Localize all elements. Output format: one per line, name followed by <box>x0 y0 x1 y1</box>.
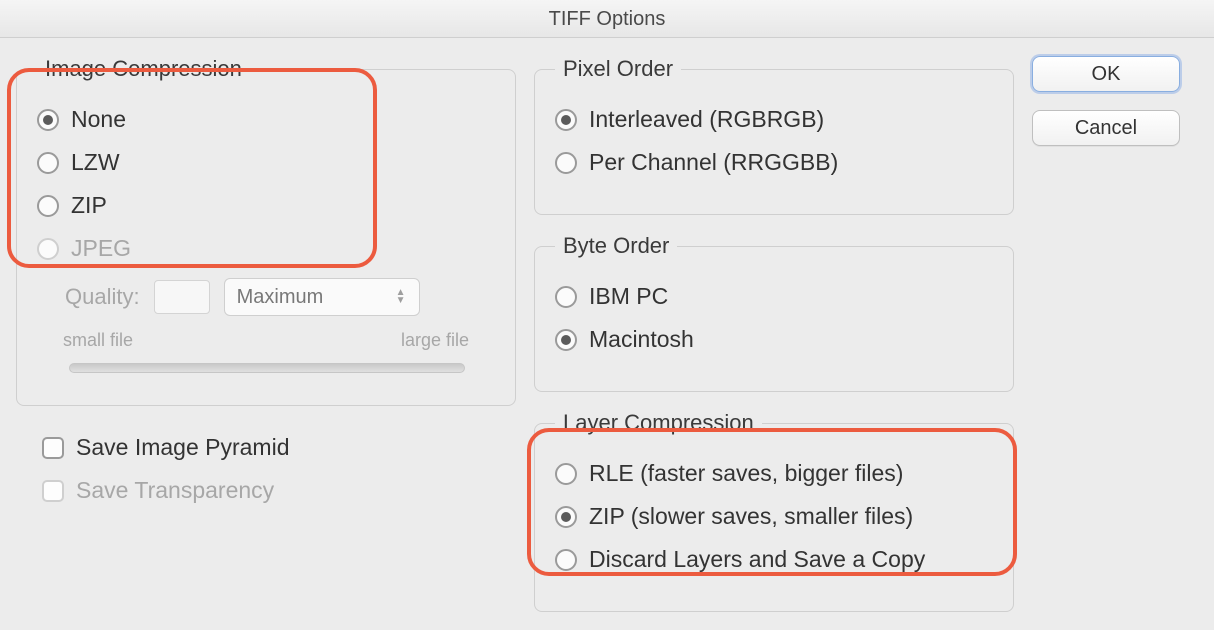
pixel-interleaved-row[interactable]: Interleaved (RGBRGB) <box>555 106 993 133</box>
compression-jpeg-label: JPEG <box>71 235 131 262</box>
layer-compression-legend: Layer Compression <box>555 410 762 436</box>
checkbox-icon <box>42 480 64 502</box>
compression-none-label: None <box>71 106 126 133</box>
byte-order-legend: Byte Order <box>555 233 677 259</box>
layer-rle-row[interactable]: RLE (faster saves, bigger files) <box>555 460 993 487</box>
layer-zip-label: ZIP (slower saves, smaller files) <box>589 503 913 530</box>
compression-zip-label: ZIP <box>71 192 107 219</box>
radio-icon[interactable] <box>555 152 577 174</box>
compression-jpeg-row: JPEG <box>37 235 495 262</box>
layer-rle-label: RLE (faster saves, bigger files) <box>589 460 903 487</box>
pixel-perchannel-row[interactable]: Per Channel (RRGGBB) <box>555 149 993 176</box>
image-compression-legend: Image Compression <box>37 56 250 82</box>
jpeg-quality-row: Quality: Maximum ▲▼ <box>65 278 495 316</box>
slider-right-label: large file <box>401 330 469 351</box>
slider-left-label: small file <box>63 330 133 351</box>
radio-icon[interactable] <box>37 195 59 217</box>
quality-preset-select: Maximum ▲▼ <box>224 278 420 316</box>
quality-label: Quality: <box>65 284 140 310</box>
save-image-pyramid-label: Save Image Pyramid <box>76 434 289 461</box>
radio-icon[interactable] <box>555 549 577 571</box>
radio-icon[interactable] <box>37 109 59 131</box>
pixel-interleaved-label: Interleaved (RGBRGB) <box>589 106 824 133</box>
compression-lzw-label: LZW <box>71 149 120 176</box>
save-transparency-row: Save Transparency <box>42 477 516 504</box>
byte-order-group: Byte Order IBM PC Macintosh <box>534 233 1014 392</box>
radio-icon <box>37 238 59 260</box>
radio-icon[interactable] <box>555 286 577 308</box>
byte-mac-label: Macintosh <box>589 326 694 353</box>
radio-icon[interactable] <box>37 152 59 174</box>
layer-zip-row[interactable]: ZIP (slower saves, smaller files) <box>555 503 993 530</box>
dialog-title: TIFF Options <box>0 0 1214 38</box>
stepper-icon: ▲▼ <box>395 290 407 304</box>
byte-ibm-row[interactable]: IBM PC <box>555 283 993 310</box>
ok-button[interactable]: OK <box>1032 56 1180 92</box>
radio-icon[interactable] <box>555 463 577 485</box>
quality-preset-value: Maximum <box>237 286 324 309</box>
image-compression-group: Image Compression None LZW ZIP JPEG Qual… <box>16 56 516 406</box>
byte-ibm-label: IBM PC <box>589 283 668 310</box>
cancel-button[interactable]: Cancel <box>1032 110 1180 146</box>
compression-none-row[interactable]: None <box>37 106 495 133</box>
byte-mac-row[interactable]: Macintosh <box>555 326 993 353</box>
radio-icon[interactable] <box>555 109 577 131</box>
radio-icon[interactable] <box>555 506 577 528</box>
quality-input <box>154 280 210 314</box>
radio-icon[interactable] <box>555 329 577 351</box>
pixel-order-group: Pixel Order Interleaved (RGBRGB) Per Cha… <box>534 56 1014 215</box>
save-transparency-label: Save Transparency <box>76 477 274 504</box>
layer-compression-group: Layer Compression RLE (faster saves, big… <box>534 410 1014 612</box>
quality-slider <box>69 363 465 373</box>
layer-discard-label: Discard Layers and Save a Copy <box>589 546 925 573</box>
compression-lzw-row[interactable]: LZW <box>37 149 495 176</box>
checkbox-icon[interactable] <box>42 437 64 459</box>
pixel-perchannel-label: Per Channel (RRGGBB) <box>589 149 838 176</box>
save-image-pyramid-row[interactable]: Save Image Pyramid <box>42 434 516 461</box>
compression-zip-row[interactable]: ZIP <box>37 192 495 219</box>
pixel-order-legend: Pixel Order <box>555 56 681 82</box>
layer-discard-row[interactable]: Discard Layers and Save a Copy <box>555 546 993 573</box>
